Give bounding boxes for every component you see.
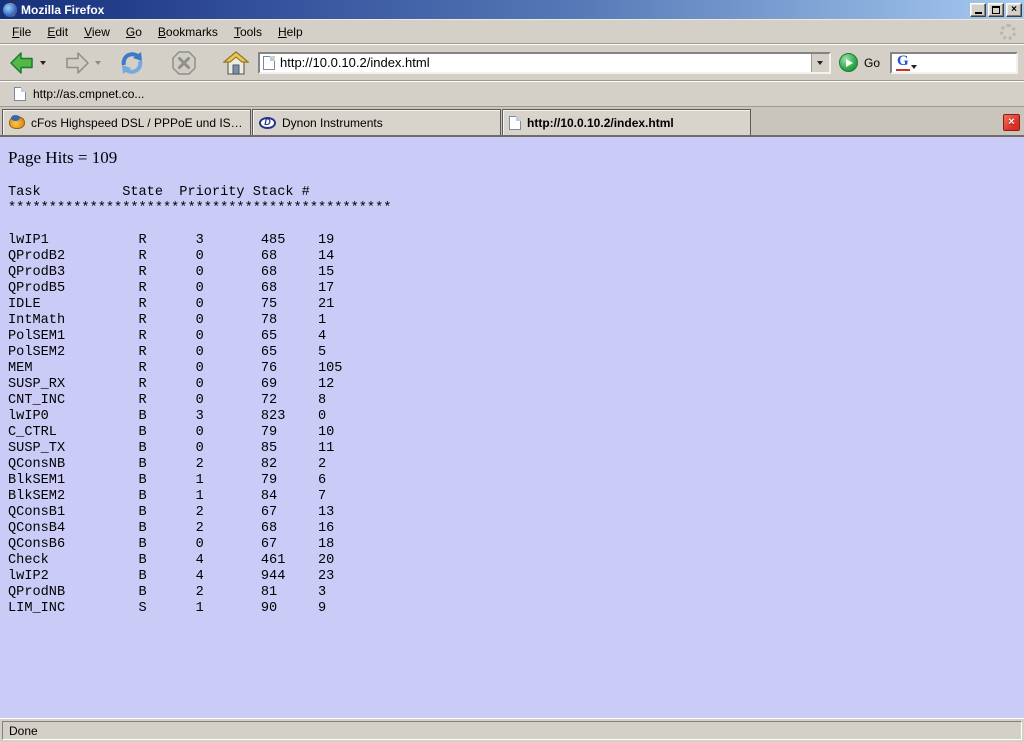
- table-row: QConsNB B 2 82 2: [8, 457, 1024, 473]
- minimize-icon: [975, 12, 982, 14]
- forward-button[interactable]: [61, 48, 93, 78]
- home-button[interactable]: [220, 48, 252, 78]
- status-bar: Done: [0, 718, 1024, 742]
- tab-active-index-page[interactable]: http://10.0.10.2/index.html: [502, 109, 751, 135]
- close-tab-button[interactable]: ×: [1003, 114, 1020, 131]
- bookmark-page-icon: [14, 87, 26, 101]
- table-row: BlkSEM2 B 1 84 7: [8, 489, 1024, 505]
- title-bar: Mozilla Firefox ×: [0, 0, 1024, 19]
- search-input[interactable]: G: [890, 52, 1018, 74]
- table-row: QConsB1 B 2 67 13: [8, 505, 1024, 521]
- restore-icon: [992, 6, 1000, 14]
- table-row: PolSEM2 R 0 65 5: [8, 345, 1024, 361]
- table-row: C_CTRL B 0 79 10: [8, 425, 1024, 441]
- menu-bar: File Edit View Go Bookmarks Tools Help: [0, 19, 1024, 44]
- table-row: lwIP1 R 3 485 19: [8, 233, 1024, 249]
- restore-button[interactable]: [988, 3, 1004, 17]
- table-row: SUSP_TX B 0 85 11: [8, 441, 1024, 457]
- table-row: QProdNB B 2 81 3: [8, 585, 1024, 601]
- go-button[interactable]: [839, 53, 858, 72]
- forward-history-dropdown[interactable]: [95, 61, 101, 65]
- url-dropdown-button[interactable]: [811, 54, 829, 72]
- bookmark-item[interactable]: http://as.cmpnet.co...: [8, 85, 150, 103]
- menu-bookmarks[interactable]: Bookmarks: [150, 22, 226, 42]
- page-hits-counter: Page Hits = 109: [8, 148, 1024, 168]
- tab-cfos[interactable]: cFos Highspeed DSL / PPPoE und ISDN CAP.…: [2, 109, 251, 135]
- go-arrow-icon: [846, 59, 853, 67]
- table-blank-line: [8, 217, 1024, 233]
- menu-help[interactable]: Help: [270, 22, 311, 42]
- close-button[interactable]: ×: [1006, 3, 1022, 17]
- table-row: BlkSEM1 B 1 79 6: [8, 473, 1024, 489]
- status-text: Done: [2, 721, 1022, 740]
- table-row: Check B 4 461 20: [8, 553, 1024, 569]
- stop-button[interactable]: [168, 48, 200, 78]
- menu-tools[interactable]: Tools: [226, 22, 270, 42]
- back-history-dropdown[interactable]: [40, 61, 46, 65]
- page-favicon-icon: [509, 116, 521, 130]
- minimize-button[interactable]: [970, 3, 986, 17]
- table-row: SUSP_RX R 0 69 12: [8, 377, 1024, 393]
- menu-edit[interactable]: Edit: [39, 22, 76, 42]
- table-row: lwIP0 B 3 823 0: [8, 409, 1024, 425]
- window-title: Mozilla Firefox: [21, 3, 968, 17]
- menu-file[interactable]: File: [4, 22, 39, 42]
- table-separator: ****************************************…: [8, 201, 1024, 217]
- cfos-favicon-icon: [9, 116, 25, 129]
- table-header: Task State Priority Stack #: [8, 185, 1024, 201]
- table-row: lwIP2 B 4 944 23: [8, 569, 1024, 585]
- page-content: Page Hits = 109 Task State Priority Stac…: [0, 137, 1024, 718]
- bookmark-label: http://as.cmpnet.co...: [33, 87, 144, 101]
- reload-button[interactable]: [116, 48, 148, 78]
- dynon-favicon-icon: D: [259, 117, 276, 129]
- table-row: IDLE R 0 75 21: [8, 297, 1024, 313]
- chevron-down-icon: [817, 61, 823, 65]
- navigation-toolbar: http://10.0.10.2/index.html Go G: [0, 44, 1024, 81]
- google-logo-icon: G: [896, 54, 910, 71]
- search-engine-dropdown[interactable]: [911, 65, 917, 69]
- page-icon: [263, 56, 275, 70]
- bookmarks-toolbar: http://as.cmpnet.co...: [0, 81, 1024, 107]
- back-arrow-icon: [9, 50, 35, 76]
- home-icon: [223, 50, 249, 76]
- table-row: PolSEM1 R 0 65 4: [8, 329, 1024, 345]
- table-row: QConsB6 B 0 67 18: [8, 537, 1024, 553]
- table-row: QConsB4 B 2 68 16: [8, 521, 1024, 537]
- browser-window: Mozilla Firefox × File Edit View Go Book…: [0, 0, 1024, 742]
- tab-label: cFos Highspeed DSL / PPPoE und ISDN CAP.…: [31, 116, 244, 130]
- task-table: Task State Priority Stack #*************…: [8, 185, 1024, 617]
- url-bar[interactable]: http://10.0.10.2/index.html: [258, 52, 831, 74]
- table-row: QProdB2 R 0 68 14: [8, 249, 1024, 265]
- tab-label: Dynon Instruments: [282, 116, 383, 130]
- url-input[interactable]: http://10.0.10.2/index.html: [280, 55, 811, 70]
- table-row: CNT_INC R 0 72 8: [8, 393, 1024, 409]
- tab-bar: cFos Highspeed DSL / PPPoE und ISDN CAP.…: [0, 107, 1024, 137]
- go-label: Go: [864, 56, 880, 70]
- menu-view[interactable]: View: [76, 22, 118, 42]
- tab-dynon[interactable]: D Dynon Instruments: [252, 109, 501, 135]
- forward-arrow-icon: [64, 50, 90, 76]
- menu-go[interactable]: Go: [118, 22, 150, 42]
- throbber-icon: [1000, 24, 1016, 40]
- back-button[interactable]: [6, 48, 38, 78]
- table-row: QProdB3 R 0 68 15: [8, 265, 1024, 281]
- tab-label: http://10.0.10.2/index.html: [527, 116, 674, 130]
- firefox-logo-icon: [3, 3, 17, 17]
- table-row: MEM R 0 76 105: [8, 361, 1024, 377]
- stop-icon: [171, 50, 197, 76]
- table-row: IntMath R 0 78 1: [8, 313, 1024, 329]
- table-row: QProdB5 R 0 68 17: [8, 281, 1024, 297]
- reload-icon: [119, 50, 145, 76]
- table-row: LIM_INC S 1 90 9: [8, 601, 1024, 617]
